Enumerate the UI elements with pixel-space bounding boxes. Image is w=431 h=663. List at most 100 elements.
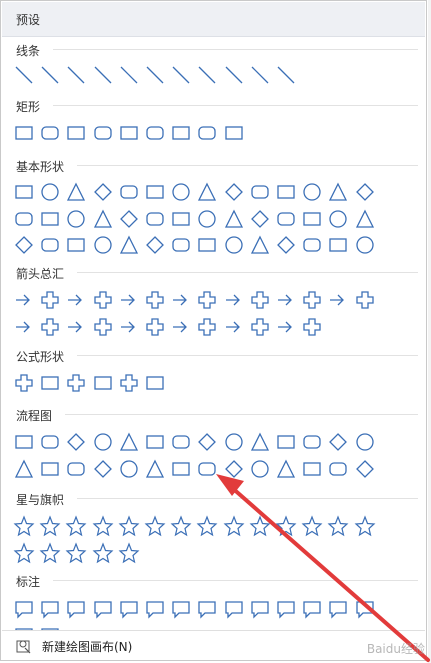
shape-flowchart-27[interactable] <box>327 458 349 480</box>
shape-stars-8[interactable] <box>196 515 218 537</box>
shape-basic-16[interactable] <box>39 208 61 230</box>
shape-arrows-5[interactable] <box>118 289 140 311</box>
shape-stars-2[interactable] <box>39 515 61 537</box>
shape-stars-19[interactable] <box>118 541 140 564</box>
shape-basic-1[interactable] <box>13 181 35 203</box>
shape-flowchart-24[interactable] <box>249 458 271 480</box>
shape-arrows-26[interactable] <box>301 316 323 338</box>
shape-callouts-11[interactable] <box>275 598 297 620</box>
shape-flowchart-28[interactable] <box>354 458 376 480</box>
shape-callouts-8[interactable] <box>196 598 218 620</box>
shape-basic-35[interactable] <box>170 234 192 256</box>
shape-basic-22[interactable] <box>196 208 218 230</box>
shape-basic-25[interactable] <box>275 208 297 230</box>
shape-rect-6[interactable] <box>144 122 166 144</box>
shape-arrows-4[interactable] <box>92 289 114 311</box>
shape-basic-12[interactable] <box>301 181 323 203</box>
shape-arrows-16[interactable] <box>39 316 61 338</box>
shape-basic-42[interactable] <box>354 234 376 256</box>
shape-basic-8[interactable] <box>196 181 218 203</box>
shape-flowchart-13[interactable] <box>327 431 349 453</box>
shape-lines-7[interactable] <box>170 64 192 86</box>
shape-basic-37[interactable] <box>223 234 245 256</box>
shape-basic-15[interactable] <box>13 208 35 230</box>
shape-flowchart-1[interactable] <box>13 431 35 453</box>
shape-basic-6[interactable] <box>144 181 166 203</box>
shape-basic-2[interactable] <box>39 181 61 203</box>
shape-arrows-19[interactable] <box>118 316 140 338</box>
shape-callouts-1[interactable] <box>13 598 35 620</box>
shape-flowchart-6[interactable] <box>144 431 166 453</box>
shape-callouts-13[interactable] <box>327 598 349 620</box>
shape-basic-5[interactable] <box>118 181 140 203</box>
shape-basic-30[interactable] <box>39 234 61 256</box>
shape-basic-3[interactable] <box>65 181 87 203</box>
shape-rect-3[interactable] <box>65 122 87 144</box>
shape-stars-5[interactable] <box>118 515 140 537</box>
shape-basic-21[interactable] <box>170 208 192 230</box>
shape-formula-4[interactable] <box>92 372 114 394</box>
shape-stars-13[interactable] <box>327 515 349 537</box>
shape-arrows-3[interactable] <box>65 289 87 311</box>
shape-flowchart-9[interactable] <box>223 431 245 453</box>
shape-formula-1[interactable] <box>13 372 35 394</box>
shape-basic-29[interactable] <box>13 234 35 256</box>
shape-flowchart-14[interactable] <box>354 431 376 453</box>
shape-basic-9[interactable] <box>223 181 245 203</box>
shape-stars-3[interactable] <box>65 515 87 537</box>
shape-basic-4[interactable] <box>92 181 114 203</box>
shape-lines-9[interactable] <box>223 64 245 86</box>
shape-arrows-15[interactable] <box>13 316 35 338</box>
shape-flowchart-17[interactable] <box>65 458 87 480</box>
shape-rect-2[interactable] <box>39 122 61 144</box>
shape-basic-41[interactable] <box>327 234 349 256</box>
shape-callouts-14[interactable] <box>354 598 376 620</box>
shape-flowchart-16[interactable] <box>39 458 61 480</box>
shape-rect-7[interactable] <box>170 122 192 144</box>
shape-formula-3[interactable] <box>65 372 87 394</box>
shape-flowchart-7[interactable] <box>170 431 192 453</box>
shape-flowchart-15[interactable] <box>13 458 35 480</box>
shape-arrows-12[interactable] <box>301 289 323 311</box>
shape-arrows-6[interactable] <box>144 289 166 311</box>
shape-lines-11[interactable] <box>275 64 297 86</box>
shape-callouts-3[interactable] <box>65 598 87 620</box>
shape-flowchart-12[interactable] <box>301 431 323 453</box>
shape-lines-10[interactable] <box>249 64 271 86</box>
shape-stars-15[interactable] <box>13 541 35 564</box>
shape-basic-32[interactable] <box>92 234 114 256</box>
shape-arrows-13[interactable] <box>327 289 349 311</box>
shape-flowchart-23[interactable] <box>223 458 245 480</box>
shape-basic-23[interactable] <box>223 208 245 230</box>
shape-basic-11[interactable] <box>275 181 297 203</box>
shape-flowchart-26[interactable] <box>301 458 323 480</box>
shape-basic-14[interactable] <box>354 181 376 203</box>
shape-flowchart-18[interactable] <box>92 458 114 480</box>
shape-lines-6[interactable] <box>144 64 166 86</box>
shape-arrows-20[interactable] <box>144 316 166 338</box>
shape-stars-12[interactable] <box>301 515 323 537</box>
shape-arrows-2[interactable] <box>39 289 61 311</box>
shape-arrows-1[interactable] <box>13 289 35 311</box>
shape-arrows-21[interactable] <box>170 316 192 338</box>
shape-flowchart-20[interactable] <box>144 458 166 480</box>
shape-callouts-7[interactable] <box>170 598 192 620</box>
shape-arrows-14[interactable] <box>354 289 376 311</box>
shape-stars-18[interactable] <box>92 541 114 564</box>
shape-lines-8[interactable] <box>196 64 218 86</box>
shape-flowchart-4[interactable] <box>92 431 114 453</box>
shape-basic-27[interactable] <box>327 208 349 230</box>
shape-basic-34[interactable] <box>144 234 166 256</box>
shape-basic-7[interactable] <box>170 181 192 203</box>
shape-basic-18[interactable] <box>92 208 114 230</box>
shape-basic-33[interactable] <box>118 234 140 256</box>
shape-lines-3[interactable] <box>65 64 87 86</box>
shape-formula-6[interactable] <box>144 372 166 394</box>
shape-callouts-10[interactable] <box>249 598 271 620</box>
shape-rect-5[interactable] <box>118 122 140 144</box>
shape-basic-24[interactable] <box>249 208 271 230</box>
shape-formula-2[interactable] <box>39 372 61 394</box>
shape-rect-4[interactable] <box>92 122 114 144</box>
shape-flowchart-19[interactable] <box>118 458 140 480</box>
shape-lines-2[interactable] <box>39 64 61 86</box>
